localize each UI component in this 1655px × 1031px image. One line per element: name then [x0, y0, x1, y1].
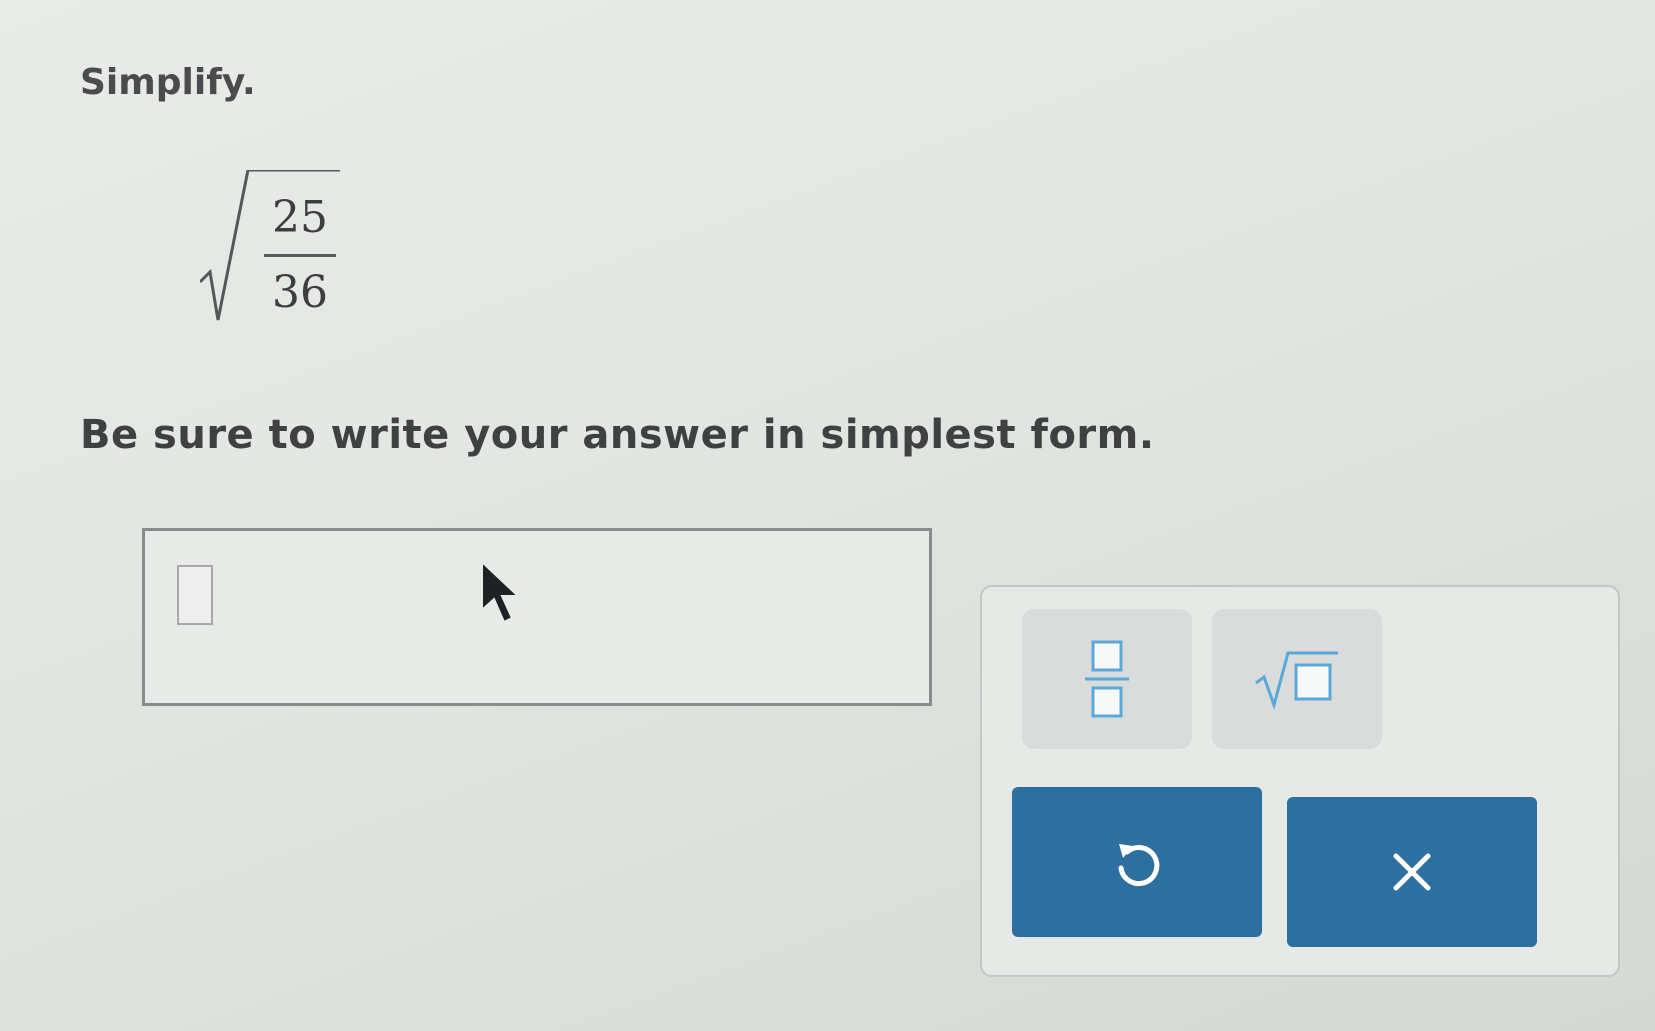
numerator: 25 [272, 192, 328, 243]
undo-icon [1118, 844, 1160, 887]
math-keypad [980, 585, 1620, 977]
clear-button[interactable] [1287, 797, 1537, 947]
fraction-template-button[interactable] [1022, 609, 1192, 749]
instruction-text: Be sure to write your answer in simplest… [80, 412, 1155, 458]
answer-slot[interactable] [177, 565, 213, 625]
answer-input[interactable] [142, 528, 932, 706]
fraction-bar [264, 254, 336, 257]
denominator: 36 [272, 267, 328, 318]
square-root-template-icon [1255, 651, 1338, 711]
fraction: 25 36 [260, 190, 340, 321]
square-root-template-button[interactable] [1212, 609, 1382, 749]
question-label: Simplify. [80, 62, 256, 103]
mouse-pointer-icon [481, 560, 521, 624]
clear-x-icon [1393, 853, 1431, 891]
radical-expression: 25 36 [200, 170, 360, 340]
fraction-template-icon [1085, 640, 1129, 718]
undo-button[interactable] [1012, 787, 1262, 937]
